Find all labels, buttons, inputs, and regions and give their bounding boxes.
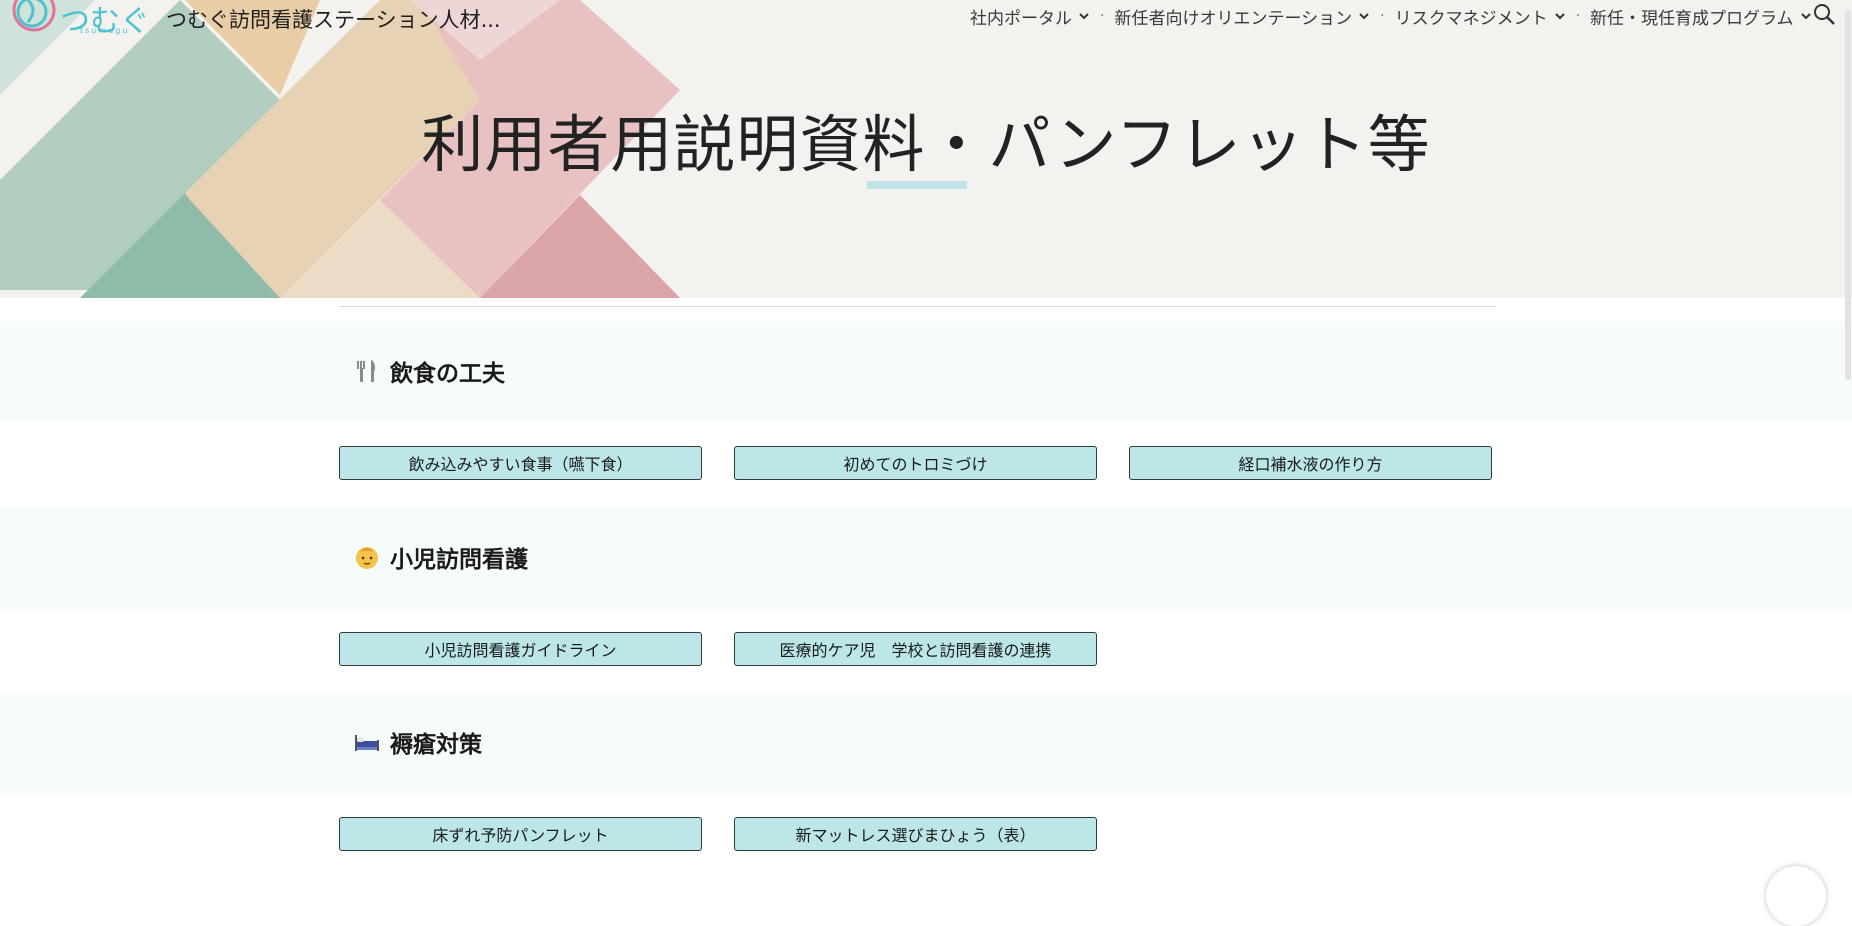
section-heading-pediatric: 小児訪問看護 [352, 540, 528, 574]
search-icon[interactable] [1812, 2, 1838, 28]
nav-item-label: 新任・現任育成プログラム [1590, 8, 1794, 29]
section-heading-label: 褥瘡対策 [390, 732, 482, 758]
nav-item-risk-management[interactable]: リスクマネジメント [1395, 4, 1566, 29]
nav-item-label: 新任者向けオリエンテーション [1114, 8, 1353, 29]
nav-separator: · [1380, 8, 1385, 24]
link-button-bedsore-pamphlet[interactable]: 床ずれ予防パンフレット [339, 817, 702, 851]
section-heading-pressure-ulcer: 褥瘡対策 [352, 725, 482, 759]
nav-separator: · [1100, 8, 1105, 24]
link-button-mattress-selection[interactable]: 新マットレス選びまひょう（表） [734, 817, 1097, 851]
chevron-down-icon [1079, 13, 1089, 20]
link-button-pediatric-guideline[interactable]: 小児訪問看護ガイドライン [339, 632, 702, 666]
scrollbar[interactable] [1844, 0, 1852, 884]
site-title[interactable]: つむぐ訪問看護ステーション人材... [166, 4, 501, 34]
chevron-down-icon [1554, 13, 1565, 20]
section-band-pediatric [0, 507, 1852, 610]
divider [339, 306, 1495, 307]
fork-knife-icon [357, 360, 376, 382]
chevron-down-icon [1359, 13, 1369, 20]
link-button-swallowing-diet[interactable]: 飲み込みやすい食事（嚥下食） [339, 446, 702, 480]
nav-separator: · [1575, 8, 1581, 24]
section-heading-label: 小児訪問看護 [390, 547, 528, 573]
section-heading-label: 飲食の工夫 [390, 361, 505, 387]
link-button-thickening[interactable]: 初めてのトロミづけ [734, 446, 1097, 480]
page-title: 利用者用説明資料・パンフレット等 [421, 108, 1431, 181]
nav-item-label: 社内ポータル [970, 8, 1072, 29]
link-button-oral-rehydration[interactable]: 経口補水液の作り方 [1129, 446, 1492, 480]
hero-banner: つむぐ tsumugu つむぐ訪問看護ステーション人材... 社内ポータル · … [0, 0, 1852, 298]
scrollbar-thumb[interactable] [1845, 10, 1851, 380]
scroll-to-top-button[interactable] [1766, 866, 1826, 926]
section-heading-eating: 飲食の工夫 [352, 354, 505, 388]
nav-item-training-program[interactable]: 新任・現任育成プログラム [1590, 4, 1812, 29]
link-button-school-collaboration[interactable]: 医療的ケア児 学校と訪問看護の連携 [734, 632, 1097, 666]
section-band-pressure-ulcer [0, 692, 1852, 795]
section-band-eating [0, 321, 1852, 421]
chevron-down-icon [1800, 13, 1811, 20]
nav-item-portal[interactable]: 社内ポータル [970, 4, 1090, 29]
top-navigation-bar: つむぐ tsumugu つむぐ訪問看護ステーション人材... 社内ポータル · … [0, 0, 1852, 39]
bed-icon [355, 735, 379, 751]
nav-item-orientation[interactable]: 新任者向けオリエンテーション [1114, 4, 1370, 29]
nav-item-label: リスクマネジメント [1394, 8, 1548, 29]
main-nav: 社内ポータル · 新任者向けオリエンテーション · リスクマネジメント · 新任… [970, 4, 1812, 29]
logo-subtext: tsumugu [80, 26, 130, 35]
baby-icon [356, 547, 378, 569]
title-underline [867, 181, 967, 189]
